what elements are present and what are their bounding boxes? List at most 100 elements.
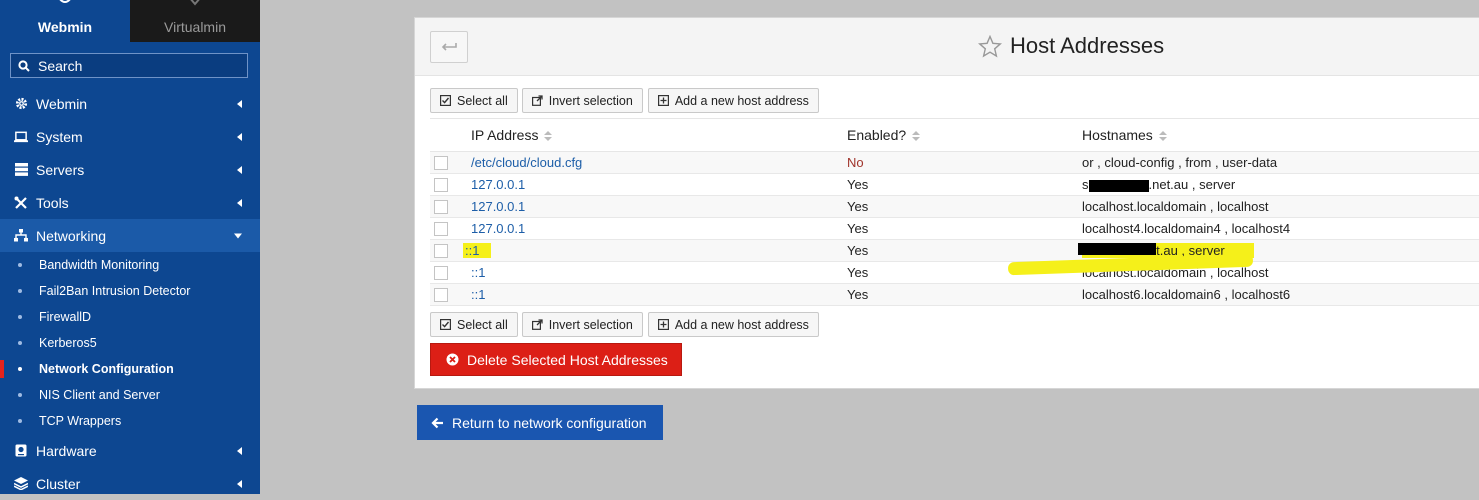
sidebar-subitem-nis[interactable]: NIS Client and Server bbox=[0, 382, 260, 408]
wrench-icon bbox=[14, 196, 28, 210]
tab-virtualmin[interactable]: Virtualmin bbox=[130, 0, 260, 42]
check-square-icon bbox=[440, 95, 451, 106]
enabled-value: Yes bbox=[847, 287, 869, 302]
invert-selection-label: Invert selection bbox=[548, 93, 633, 108]
add-host-label: Add a new host address bbox=[674, 93, 809, 108]
add-host-button[interactable]: Add a new host address bbox=[647, 88, 819, 113]
hostnames-cell: localhost6.localdomain6 , localhost6 bbox=[1079, 283, 1479, 306]
page-title: Host Addresses bbox=[978, 33, 1164, 59]
sidebar-subitem-label: Fail2Ban Intrusion Detector bbox=[39, 284, 191, 298]
enabled-cell: Yes bbox=[844, 239, 1079, 262]
ip-cell: 127.0.0.1 bbox=[456, 195, 844, 218]
chevron-left-icon bbox=[237, 165, 242, 174]
ip-link[interactable]: 127.0.0.1 bbox=[471, 221, 525, 236]
hostnames-suffix: .net.au , server bbox=[1148, 177, 1236, 192]
plus-square-icon bbox=[657, 95, 669, 106]
column-header-label: IP Address bbox=[471, 127, 539, 143]
return-button[interactable]: Return to network configuration bbox=[417, 405, 663, 440]
ip-cell: ::1 bbox=[456, 239, 844, 262]
tab-webmin[interactable]: Webmin bbox=[0, 0, 130, 42]
column-header-hostnames[interactable]: Hostnames bbox=[1079, 118, 1479, 152]
row-checkbox[interactable] bbox=[434, 222, 448, 237]
sidebar-item-cluster[interactable]: Cluster bbox=[0, 467, 260, 500]
row-checkbox[interactable] bbox=[434, 156, 448, 171]
row-checkbox[interactable] bbox=[434, 244, 448, 259]
networking-submenu: Bandwidth Monitoring Fail2Ban Intrusion … bbox=[0, 252, 260, 434]
check-square-icon bbox=[440, 319, 451, 330]
sidebar-item-label: Hardware bbox=[36, 442, 97, 459]
enabled-cell: Yes bbox=[844, 217, 1079, 240]
column-header-enabled[interactable]: Enabled? bbox=[844, 118, 1079, 152]
star-icon[interactable] bbox=[978, 34, 1002, 58]
sidebar-subitem-firewalld[interactable]: FirewallD bbox=[0, 304, 260, 330]
table-row: 127.0.0.1 Yes localhost.localdomain , lo… bbox=[430, 195, 1479, 218]
hostnames-value: localhost6.localdomain6 , localhost6 bbox=[1082, 287, 1291, 302]
row-select-cell bbox=[430, 239, 456, 262]
enabled-value: Yes bbox=[847, 221, 869, 236]
ip-cell: 127.0.0.1 bbox=[456, 173, 844, 196]
delete-selected-button[interactable]: Delete Selected Host Addresses bbox=[430, 343, 682, 376]
hdd-icon bbox=[14, 444, 28, 458]
chevron-down-icon bbox=[234, 233, 242, 238]
row-checkbox[interactable] bbox=[434, 266, 448, 281]
row-checkbox[interactable] bbox=[434, 178, 448, 193]
sidebar-subitem-fail2ban[interactable]: Fail2Ban Intrusion Detector bbox=[0, 278, 260, 304]
ip-link[interactable]: 127.0.0.1 bbox=[471, 199, 525, 214]
ip-link[interactable]: 127.0.0.1 bbox=[471, 177, 525, 192]
sidebar-item-tools[interactable]: Tools bbox=[0, 186, 260, 219]
row-select-cell bbox=[430, 283, 456, 306]
enabled-value: Yes bbox=[847, 265, 869, 280]
tab-virtualmin-label: Virtualmin bbox=[164, 19, 226, 35]
row-select-cell bbox=[430, 217, 456, 240]
row-checkbox[interactable] bbox=[434, 288, 448, 303]
sidebar: Webmin Virtualmin Search Webmin System S… bbox=[0, 0, 260, 494]
ip-link[interactable]: ::1 bbox=[463, 243, 492, 258]
external-link-icon bbox=[531, 95, 543, 106]
chevron-left-icon bbox=[237, 479, 242, 488]
webmin-logo-icon bbox=[59, 0, 71, 3]
sidebar-subitem-bandwidth-monitoring[interactable]: Bandwidth Monitoring bbox=[0, 252, 260, 278]
sidebar-item-label: Tools bbox=[36, 194, 69, 211]
select-all-button[interactable]: Select all bbox=[430, 88, 518, 113]
invert-selection-button[interactable]: Invert selection bbox=[521, 312, 643, 337]
sidebar-subitem-kerberos5[interactable]: Kerberos5 bbox=[0, 330, 260, 356]
sidebar-item-label: Networking bbox=[36, 227, 107, 244]
ip-link[interactable]: ::1 bbox=[471, 287, 485, 302]
select-all-button[interactable]: Select all bbox=[430, 312, 518, 337]
add-host-button[interactable]: Add a new host address bbox=[647, 312, 819, 337]
panel-header: Host Addresses bbox=[415, 18, 1479, 76]
sidebar-item-hardware[interactable]: Hardware bbox=[0, 434, 260, 467]
gear-icon bbox=[14, 97, 28, 111]
back-button[interactable] bbox=[430, 31, 468, 63]
select-all-label: Select all bbox=[457, 317, 508, 332]
ip-cell: 127.0.0.1 bbox=[456, 217, 844, 240]
network-icon bbox=[14, 229, 28, 243]
ip-link[interactable]: /etc/cloud/cloud.cfg bbox=[471, 155, 582, 170]
hostnames-cell: localhost4.localdomain4 , localhost4 bbox=[1079, 217, 1479, 240]
ip-link[interactable]: ::1 bbox=[471, 265, 485, 280]
times-circle-icon bbox=[446, 353, 459, 366]
sidebar-subitem-tcp-wrappers[interactable]: TCP Wrappers bbox=[0, 408, 260, 434]
row-checkbox[interactable] bbox=[434, 200, 448, 215]
invert-selection-button[interactable]: Invert selection bbox=[521, 88, 643, 113]
sidebar-item-webmin[interactable]: Webmin bbox=[0, 87, 260, 120]
server-icon bbox=[14, 163, 28, 177]
select-all-label: Select all bbox=[457, 93, 508, 108]
sidebar-subitem-network-configuration[interactable]: Network Configuration bbox=[0, 356, 260, 382]
row-select-cell bbox=[430, 195, 456, 218]
column-header-ip[interactable]: IP Address bbox=[456, 118, 844, 152]
sidebar-item-system[interactable]: System bbox=[0, 120, 260, 153]
sidebar-item-networking[interactable]: Networking bbox=[0, 219, 260, 252]
enabled-cell: Yes bbox=[844, 195, 1079, 218]
sidebar-item-servers[interactable]: Servers bbox=[0, 153, 260, 186]
host-addresses-table: IP Address Enabled? Hostnames /etc/cloud… bbox=[430, 118, 1479, 306]
search-input[interactable]: Search bbox=[10, 53, 248, 78]
search-icon bbox=[18, 59, 30, 72]
chevron-left-icon bbox=[237, 99, 242, 108]
active-marker bbox=[0, 360, 4, 378]
redaction-bar bbox=[1088, 179, 1149, 192]
select-column-header bbox=[430, 118, 456, 152]
delete-selected-label: Delete Selected Host Addresses bbox=[467, 351, 668, 368]
sidebar-subitem-label: Bandwidth Monitoring bbox=[39, 258, 160, 272]
page-title-text: Host Addresses bbox=[1010, 33, 1165, 58]
